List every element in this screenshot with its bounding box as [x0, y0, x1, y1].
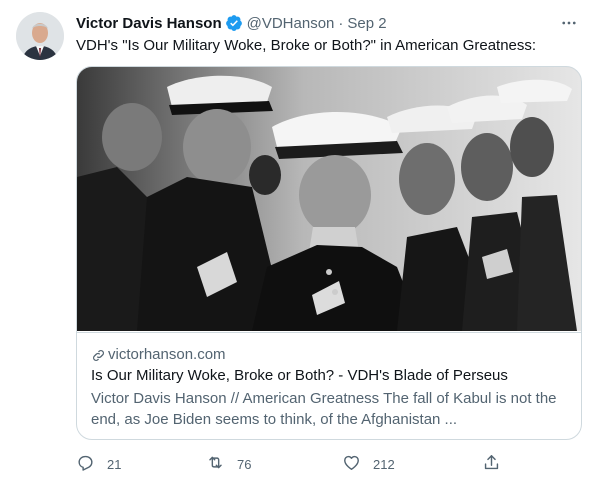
retweet-count: 76	[237, 456, 252, 472]
link-card[interactable]: victorhanson.com Is Our Military Woke, B…	[76, 66, 582, 440]
tweet-date[interactable]: Sep 2	[347, 15, 386, 32]
author-avatar[interactable]	[16, 12, 64, 60]
card-title: Is Our Military Woke, Broke or Both? - V…	[91, 367, 508, 384]
reply-button[interactable]: 21	[76, 452, 121, 476]
like-button[interactable]: 212	[342, 452, 395, 476]
card-image[interactable]	[77, 67, 581, 331]
more-options-icon[interactable]	[556, 10, 582, 36]
header-separator: ·	[338, 14, 344, 32]
card-body[interactable]: victorhanson.com Is Our Military Woke, B…	[77, 332, 581, 430]
tweet-text: VDH's "Is Our Military Woke, Broke or Bo…	[76, 37, 537, 54]
share-button[interactable]	[482, 452, 501, 476]
tweet[interactable]: Victor Davis Hanson @VDHanson · Sep 2 VD…	[0, 0, 598, 484]
tweet-header: Victor Davis Hanson @VDHanson · Sep 2	[76, 12, 582, 34]
card-domain: victorhanson.com	[91, 345, 567, 365]
reply-count: 21	[107, 456, 122, 472]
verified-badge-icon	[225, 14, 243, 32]
card-domain-text: victorhanson.com	[108, 346, 226, 363]
like-icon	[342, 453, 361, 475]
tweet-actions: 21 76 212	[76, 452, 506, 476]
card-description: Victor Davis Hanson // American Greatnes…	[91, 390, 557, 428]
retweet-button[interactable]: 76	[206, 452, 251, 476]
reply-icon	[76, 453, 95, 475]
author-handle[interactable]: @VDHanson	[247, 15, 335, 32]
link-icon	[91, 348, 106, 363]
retweet-icon	[206, 453, 225, 475]
author-display-name[interactable]: Victor Davis Hanson	[76, 15, 222, 32]
share-icon	[482, 453, 501, 475]
like-count: 212	[373, 456, 395, 472]
